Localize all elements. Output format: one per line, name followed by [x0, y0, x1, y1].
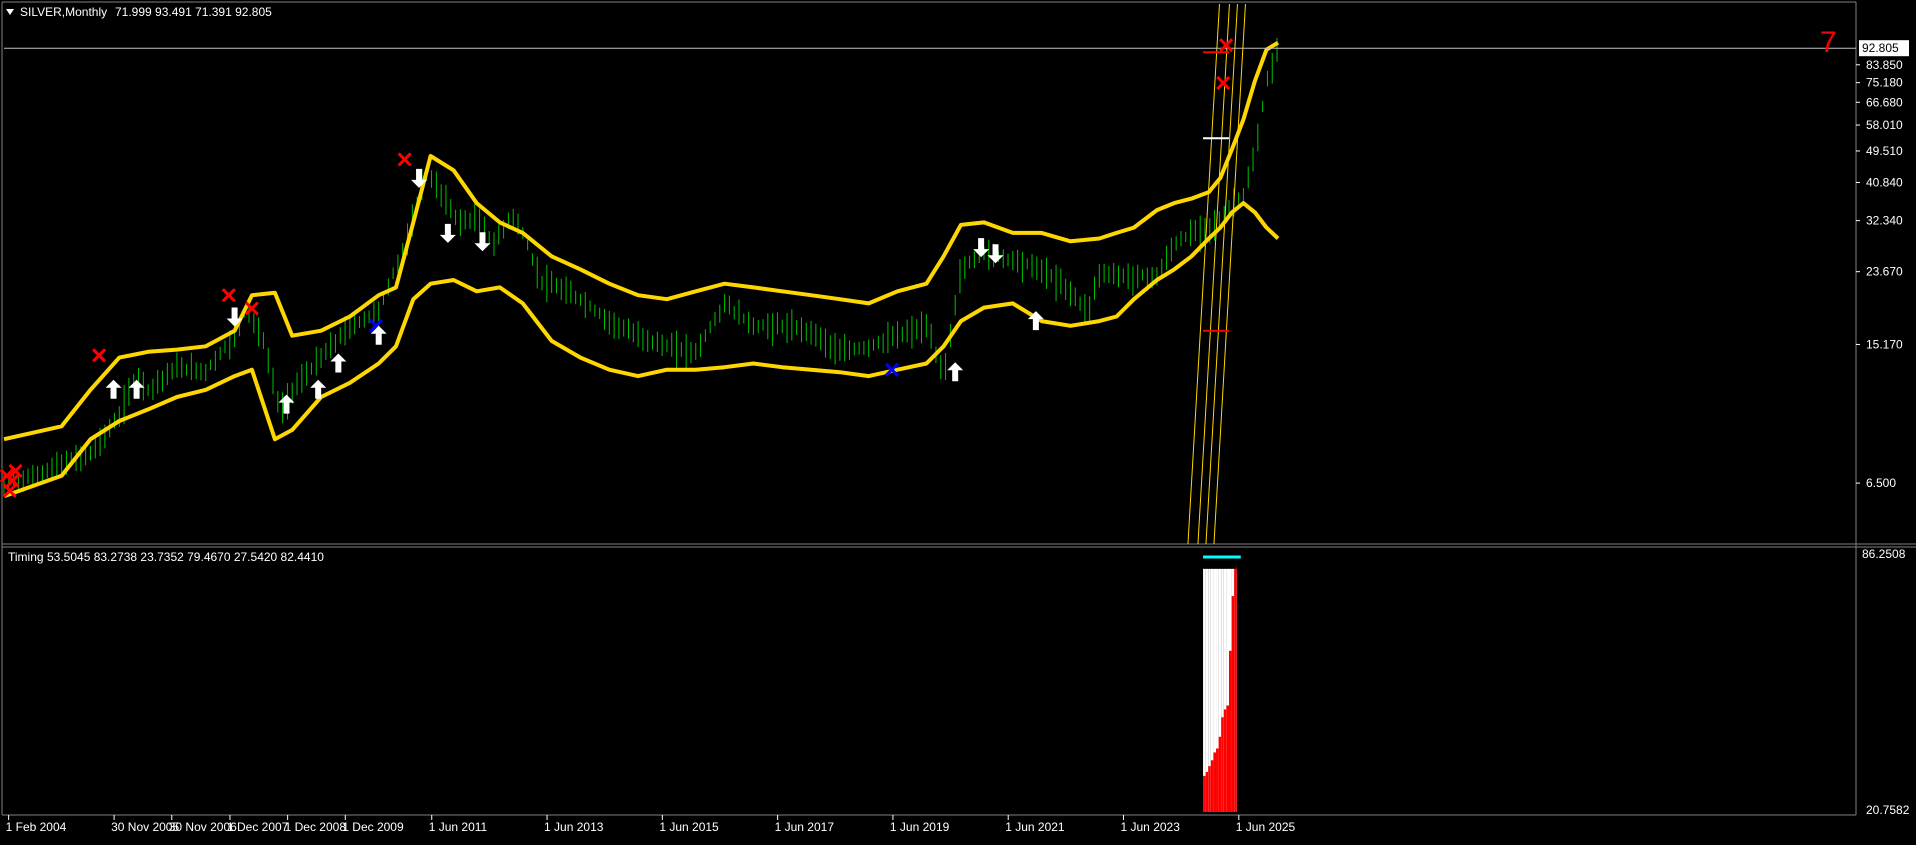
timing-axis-max-label: 86.2508 — [1862, 547, 1906, 561]
y-tick-label: 58.010 — [1866, 118, 1903, 132]
y-tick-label: 49.510 — [1866, 144, 1903, 158]
chart-window: 92.805 83.850 75.180 66.680 58.010 49.510 40.8… — [0, 0, 1916, 840]
timing-bar-red — [1203, 775, 1206, 812]
y-tick-label: 75.180 — [1866, 76, 1903, 90]
timing-bar-red — [1218, 736, 1222, 812]
y-tick-label: 15.170 — [1866, 337, 1903, 351]
y-tick-label: 83.850 — [1866, 58, 1903, 72]
timing-bar-red — [1221, 717, 1224, 812]
symbol-title: SILVER,Monthly — [20, 5, 107, 19]
sub-panel-header: Timing 53.5045 83.2738 23.7352 79.4670 2… — [8, 550, 324, 564]
timing-bar-red — [1223, 709, 1227, 812]
timing-bar-red — [1208, 766, 1211, 812]
y-tick-label: 32.340 — [1866, 214, 1903, 228]
timing-bar-red — [1213, 752, 1217, 812]
current-price-label: 92.805 — [1862, 41, 1899, 55]
x-tick-label: 1 Dec 2007 — [227, 820, 289, 834]
x-tick-label: 1 Jun 2011 — [429, 820, 488, 834]
x-tick-label: 1 Jun 2017 — [775, 820, 835, 834]
x-tick-label: 1 Dec 2009 — [342, 820, 404, 834]
x-tick-label: 1 Jun 2021 — [1005, 820, 1065, 834]
ohlc-values: 71.999 93.491 71.391 92.805 — [115, 5, 272, 19]
timing-values: 53.5045 83.2738 23.7352 79.4670 27.5420 … — [47, 550, 324, 564]
timing-bar-red — [1229, 650, 1232, 812]
chart-canvas[interactable]: 92.805 83.850 75.180 66.680 58.010 49.510 40.8… — [0, 0, 1916, 840]
timing-axis-min-label: 20.7582 — [1866, 803, 1910, 817]
timing-cap-block — [1203, 558, 1237, 569]
timing-plot-area[interactable] — [1203, 555, 1241, 812]
x-tick-label: 1 Jun 2023 — [1121, 820, 1181, 834]
timing-bar-white — [1203, 568, 1206, 812]
x-tick-label: 1 Jun 2019 — [890, 820, 950, 834]
x-tick-label: 1 Jun 2013 — [544, 820, 604, 834]
timing-bar-red — [1231, 596, 1235, 812]
timing-title: Timing — [8, 550, 44, 564]
timing-bar-red — [1216, 748, 1219, 812]
timing-bar-red — [1210, 760, 1214, 812]
main-panel-header: SILVER,Monthly 71.999 93.491 71.391 92.8… — [6, 5, 272, 19]
x-tick-label: 1 Jun 2015 — [659, 820, 719, 834]
y-tick-label: 40.840 — [1866, 175, 1903, 189]
timing-bar-red — [1226, 705, 1229, 812]
y-tick-label: 23.670 — [1866, 265, 1903, 279]
x-tick-label: 1 Jun 2025 — [1236, 820, 1296, 834]
x-tick-label: 1 Dec 2008 — [285, 820, 347, 834]
corner-count: 7 — [1820, 26, 1837, 59]
x-tick-label: 1 Feb 2004 — [6, 820, 67, 834]
y-tick-label: 6.500 — [1866, 476, 1896, 490]
timing-bar-red — [1234, 564, 1237, 812]
y-tick-label: 66.680 — [1866, 95, 1903, 109]
timing-bar-red — [1205, 771, 1209, 812]
